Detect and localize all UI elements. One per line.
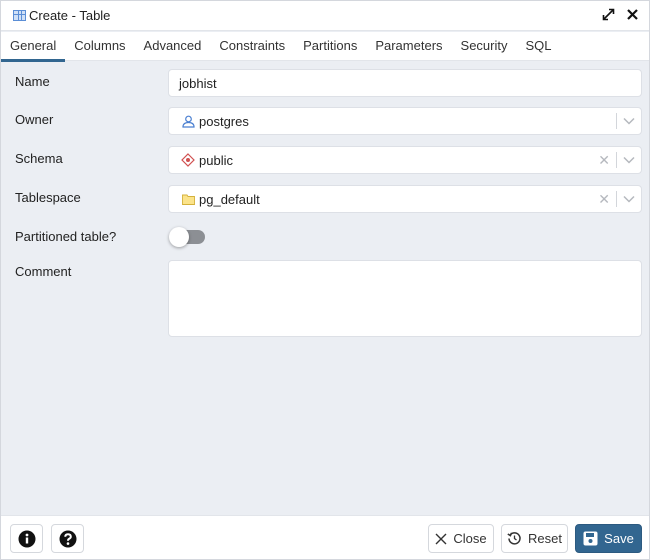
tab-advanced[interactable]: Advanced: [135, 32, 211, 61]
tablespace-select[interactable]: pg_default ✕: [168, 185, 642, 213]
user-icon: [181, 114, 195, 128]
reset-icon: [507, 531, 522, 546]
chevron-down-icon[interactable]: [623, 156, 635, 164]
name-value: jobhist: [179, 76, 217, 91]
save-button[interactable]: Save: [575, 524, 642, 553]
close-button[interactable]: Close: [428, 524, 494, 553]
help-icon: [59, 530, 77, 548]
close-dialog-button[interactable]: [625, 7, 639, 21]
info-button[interactable]: [10, 524, 43, 553]
name-input[interactable]: jobhist: [168, 69, 642, 97]
chevron-down-icon[interactable]: [623, 117, 635, 125]
name-label: Name: [15, 74, 50, 89]
info-icon: [18, 530, 36, 548]
separator: [616, 113, 617, 129]
partitioned-label: Partitioned table?: [15, 229, 116, 244]
tab-partitions[interactable]: Partitions: [294, 32, 366, 61]
owner-select[interactable]: postgres: [168, 107, 642, 135]
save-label: Save: [604, 531, 634, 546]
partitioned-toggle[interactable]: [171, 230, 205, 244]
tablespace-value: pg_default: [199, 192, 260, 207]
clear-icon[interactable]: ✕: [598, 191, 610, 208]
close-label: Close: [453, 531, 486, 546]
folder-icon: [181, 192, 195, 206]
tablespace-label: Tablespace: [15, 190, 81, 205]
create-table-dialog: Create - Table General Columns Advanced …: [0, 0, 650, 560]
clear-icon[interactable]: ✕: [598, 152, 610, 169]
tab-columns[interactable]: Columns: [65, 32, 134, 61]
help-button[interactable]: [51, 524, 84, 553]
tab-security[interactable]: Security: [452, 32, 517, 61]
dialog-footer: Close Reset Save: [1, 515, 649, 559]
comment-textarea[interactable]: [168, 260, 642, 337]
tab-constraints[interactable]: Constraints: [210, 32, 294, 61]
schema-label: Schema: [15, 151, 63, 166]
dialog-title: Create - Table: [29, 8, 110, 23]
dialog-titlebar[interactable]: Create - Table: [1, 1, 649, 31]
schema-select[interactable]: public ✕: [168, 146, 642, 174]
owner-value: postgres: [199, 114, 249, 129]
comment-label: Comment: [15, 264, 71, 279]
tab-parameters[interactable]: Parameters: [366, 32, 451, 61]
reset-label: Reset: [528, 531, 562, 546]
save-icon: [583, 531, 598, 546]
toggle-knob: [169, 227, 189, 247]
tab-sql[interactable]: SQL: [517, 32, 561, 61]
owner-label: Owner: [15, 112, 53, 127]
close-icon: [435, 533, 447, 545]
expand-icon: [602, 8, 615, 21]
maximize-button[interactable]: [601, 7, 615, 21]
tab-bar: General Columns Advanced Constraints Par…: [1, 32, 649, 61]
separator: [616, 191, 617, 207]
schema-icon: [181, 153, 195, 167]
schema-value: public: [199, 153, 233, 168]
separator: [616, 152, 617, 168]
tab-general[interactable]: General: [1, 32, 65, 61]
close-icon: [627, 9, 638, 20]
chevron-down-icon[interactable]: [623, 195, 635, 203]
table-icon: [13, 10, 26, 21]
reset-button[interactable]: Reset: [501, 524, 568, 553]
